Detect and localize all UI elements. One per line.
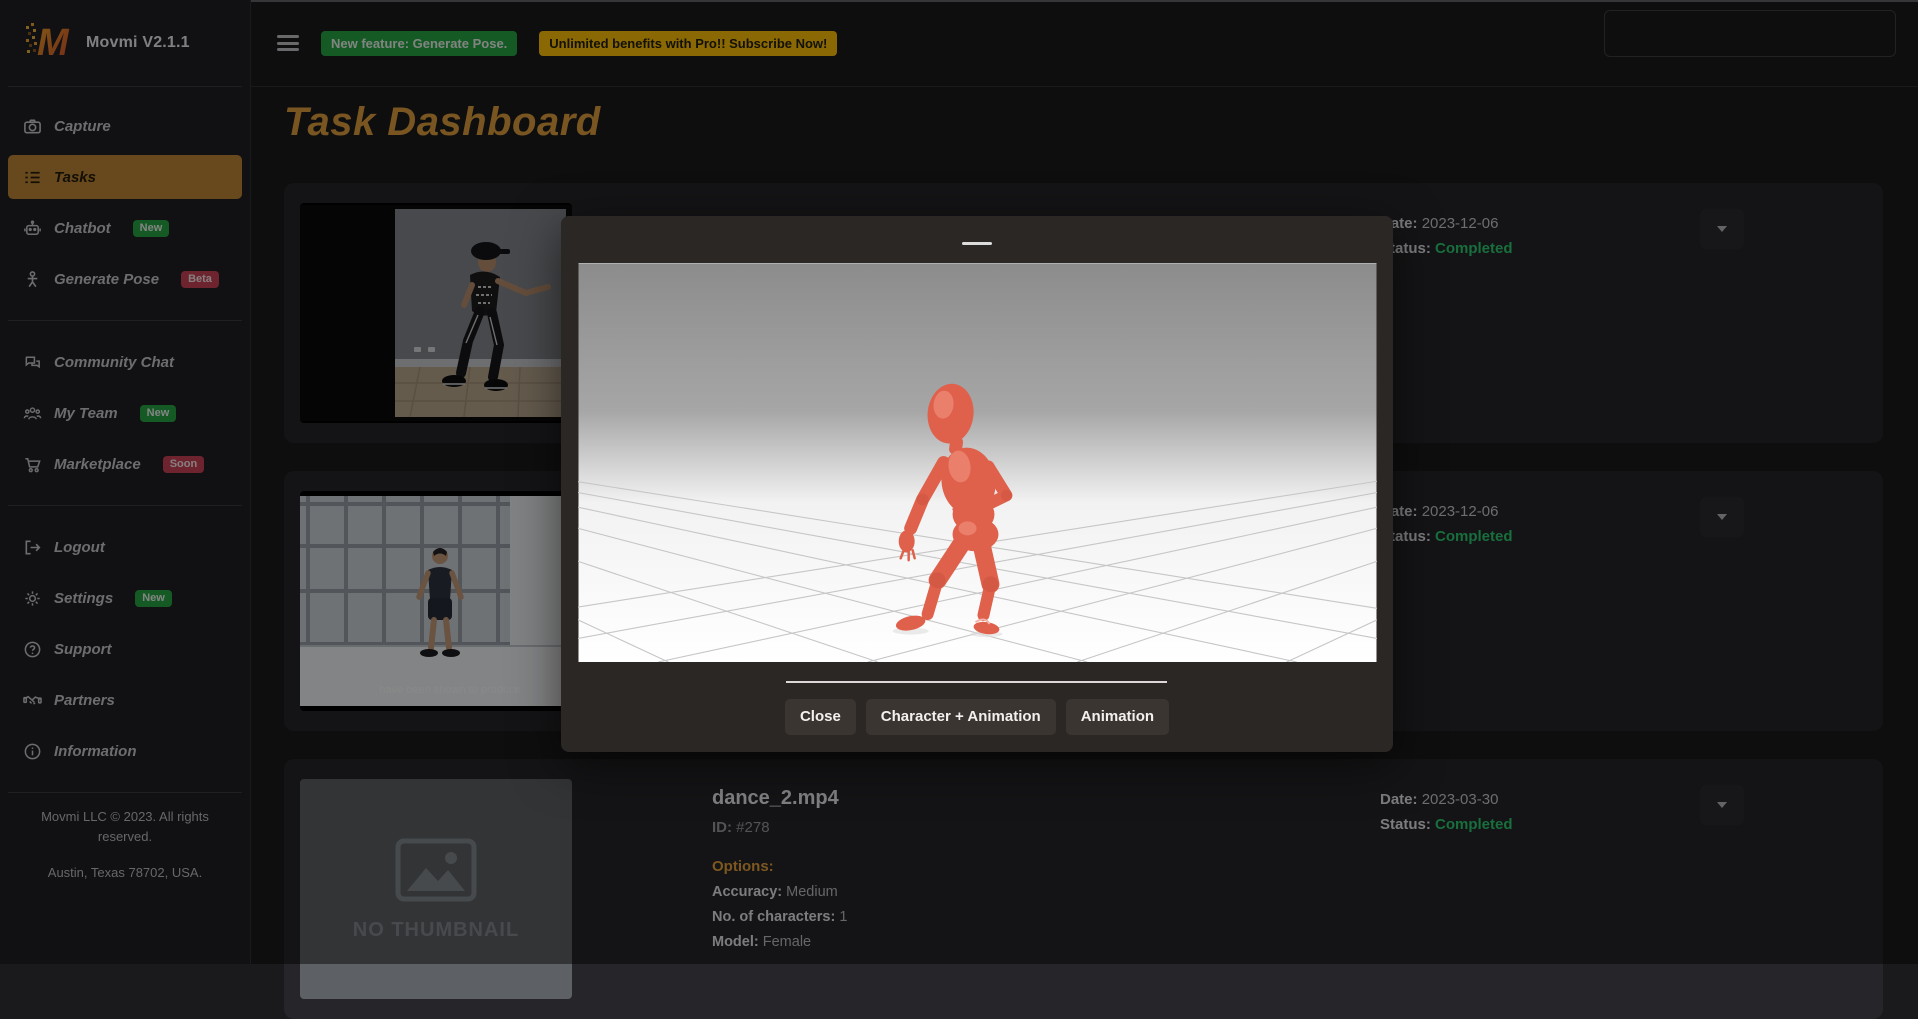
character-animation-download-button[interactable]: Character + Animation	[866, 699, 1056, 735]
drag-handle[interactable]	[962, 242, 992, 245]
modal-buttons: Close Character + Animation Animation	[561, 699, 1393, 735]
3d-viewer[interactable]	[578, 263, 1377, 662]
timeline-scrubber[interactable]	[786, 681, 1167, 683]
3d-character-preview	[578, 263, 1377, 662]
animation-download-button[interactable]: Animation	[1066, 699, 1169, 735]
close-button[interactable]: Close	[785, 699, 856, 735]
preview-modal: Close Character + Animation Animation	[561, 216, 1393, 752]
